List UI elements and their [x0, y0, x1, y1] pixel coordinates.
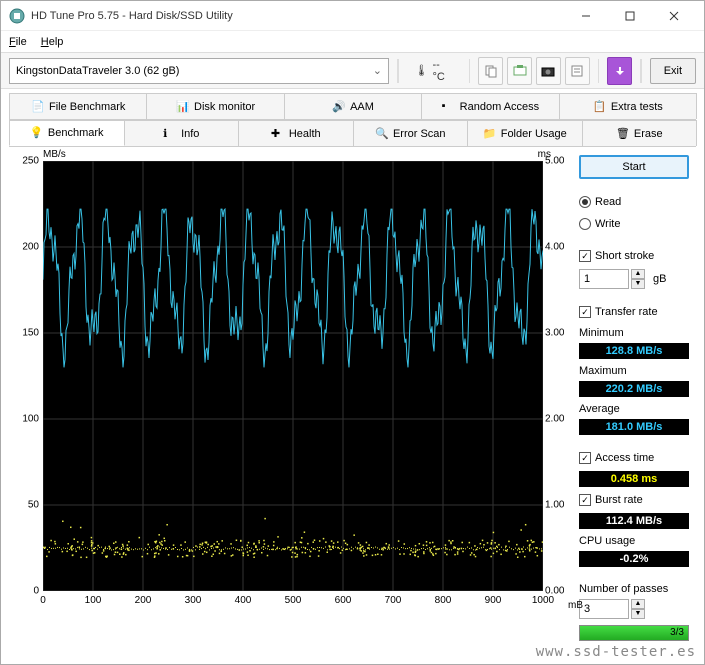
passes-input[interactable] [579, 599, 629, 619]
short-stroke-check[interactable]: ✓Short stroke [579, 247, 689, 265]
start-button[interactable]: Start [579, 155, 689, 179]
spin-down[interactable]: ▼ [631, 279, 645, 289]
x-axis-unit: mB [568, 600, 583, 611]
max-value: 220.2 MB/s [579, 381, 689, 397]
random-icon: ▪ [442, 100, 456, 114]
info-icon: ℹ [163, 127, 177, 141]
close-button[interactable] [652, 2, 696, 30]
temperature-display: 🌡 -- °C [415, 59, 453, 83]
spin-up[interactable]: ▲ [631, 269, 645, 279]
avg-label: Average [579, 403, 689, 415]
copy-screenshot-button[interactable] [507, 57, 532, 85]
window-title: HD Tune Pro 5.75 - Hard Disk/SSD Utility [31, 10, 564, 22]
tests-icon: 📋 [593, 100, 607, 114]
tab-folder-usage[interactable]: 📁Folder Usage [467, 120, 583, 146]
spin-up-2[interactable]: ▲ [631, 599, 645, 609]
menu-file[interactable]: File [9, 36, 27, 48]
speaker-icon: 🔊 [332, 100, 346, 114]
menu-help[interactable]: Help [41, 36, 64, 48]
titlebar: HD Tune Pro 5.75 - Hard Disk/SSD Utility [1, 1, 704, 31]
passes-label: Number of passes [579, 583, 689, 595]
burst-value: 112.4 MB/s [579, 513, 689, 529]
bulb-icon: 💡 [30, 126, 44, 140]
copy-info-button[interactable] [478, 57, 503, 85]
folder-icon: 📁 [483, 127, 497, 141]
tab-health[interactable]: ✚Health [238, 120, 354, 146]
min-label: Minimum [579, 327, 689, 339]
sidebar: Start Read Write ✓Short stroke ▲▼ gB ✓Tr… [579, 155, 689, 641]
options-button[interactable] [565, 57, 590, 85]
max-label: Maximum [579, 365, 689, 377]
tab-error-scan[interactable]: 🔍Error Scan [353, 120, 469, 146]
exit-button[interactable]: Exit [650, 58, 696, 84]
y-axis-left-label: MB/s [43, 149, 66, 160]
device-name: KingstonDataTraveler 3.0 (62 gB) [16, 65, 179, 77]
monitor-icon: 📊 [176, 100, 190, 114]
access-value: 0.458 ms [579, 471, 689, 487]
tab-disk-monitor[interactable]: 📊Disk monitor [146, 93, 284, 119]
chevron-down-icon: ⌄ [373, 64, 382, 77]
read-radio[interactable]: Read [579, 193, 689, 211]
avg-value: 181.0 MB/s [579, 419, 689, 435]
file-icon: 📄 [31, 100, 45, 114]
write-radio[interactable]: Write [579, 215, 689, 233]
maximize-button[interactable] [608, 2, 652, 30]
thermometer-icon: 🌡 [415, 64, 429, 77]
menubar: File Help [1, 31, 704, 53]
tab-info[interactable]: ℹInfo [124, 120, 240, 146]
burst-rate-check[interactable]: ✓Burst rate [579, 491, 689, 509]
tab-erase[interactable]: 🗑Erase [582, 120, 698, 146]
search-icon: 🔍 [375, 127, 389, 141]
toolbar: KingstonDataTraveler 3.0 (62 gB) ⌄ 🌡 -- … [1, 53, 704, 89]
cpu-value: -0.2% [579, 551, 689, 567]
app-icon [9, 8, 25, 24]
benchmark-chart: MB/s ms 050100150200250 0.001.002.003.00… [9, 155, 569, 625]
health-icon: ✚ [271, 127, 285, 141]
tab-row-2: 💡Benchmark ℹInfo ✚Health 🔍Error Scan 📁Fo… [9, 120, 696, 147]
tab-row-1: 📄File Benchmark 📊Disk monitor 🔊AAM ▪Rand… [9, 93, 696, 120]
tab-extra-tests[interactable]: 📋Extra tests [559, 93, 697, 119]
access-time-check[interactable]: ✓Access time [579, 449, 689, 467]
tab-file-benchmark[interactable]: 📄File Benchmark [9, 93, 147, 119]
watermark: www.ssd-tester.es [536, 644, 696, 660]
trash-icon: 🗑 [616, 127, 630, 141]
progress-bar: 3/3 [579, 625, 689, 641]
min-value: 128.8 MB/s [579, 343, 689, 359]
save-button[interactable] [607, 57, 632, 85]
tab-random-access[interactable]: ▪Random Access [421, 93, 559, 119]
cpu-label: CPU usage [579, 535, 689, 547]
spin-down-2[interactable]: ▼ [631, 609, 645, 619]
transfer-rate-check[interactable]: ✓Transfer rate [579, 303, 689, 321]
tab-benchmark[interactable]: 💡Benchmark [9, 120, 125, 146]
tab-aam[interactable]: 🔊AAM [284, 93, 422, 119]
minimize-button[interactable] [564, 2, 608, 30]
short-stroke-input[interactable] [579, 269, 629, 289]
device-dropdown[interactable]: KingstonDataTraveler 3.0 (62 gB) ⌄ [9, 58, 389, 84]
screenshot-button[interactable] [536, 57, 561, 85]
